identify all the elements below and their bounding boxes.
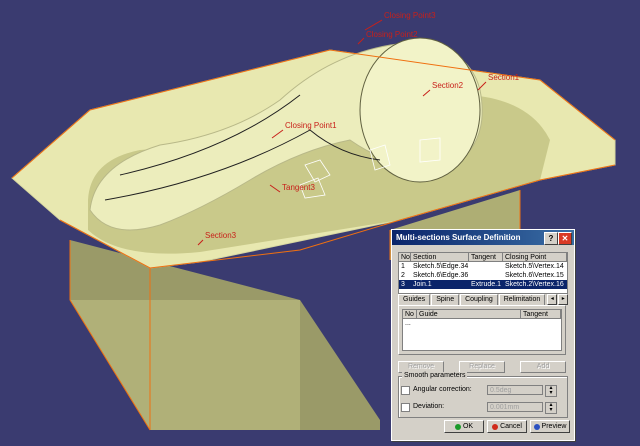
cell [469, 262, 503, 271]
cell: 3 [401, 281, 405, 288]
label-section1[interactable]: Section1 [488, 73, 520, 82]
cell: Extrude.1 [471, 281, 501, 288]
label-closing-point-c[interactable]: Closing Point1 [285, 121, 337, 130]
close-button[interactable]: ✕ [558, 232, 572, 245]
table-row[interactable]: 2 Sketch.6\Edge.36 Sketch.6\Vertex.15 [399, 271, 567, 280]
angular-correction-spinner-icon[interactable]: ▴ ▾ [545, 385, 557, 397]
ok-button[interactable]: OK [444, 420, 484, 433]
angular-correction-field[interactable]: 0.5deg [487, 385, 543, 395]
dialog-buttons: OK Cancel Preview [444, 420, 570, 433]
guides-panel: No Guide Tangent ... [398, 305, 566, 355]
cell: 1 [401, 263, 405, 270]
sections-table[interactable]: No Section Tangent Closing Point 1 Sketc… [398, 252, 568, 294]
cell: Sketch.6\Edge.36 [413, 272, 469, 279]
cell: 2 [401, 272, 405, 279]
tab-scroll-left-icon[interactable]: ◂ [547, 294, 558, 305]
label-tangent[interactable]: Tangent3 [282, 183, 315, 192]
deviation-spinner-icon[interactable]: ▴ ▾ [545, 402, 557, 414]
preview-button[interactable]: Preview [530, 420, 570, 433]
smooth-parameters-title: Smooth parameters [402, 372, 468, 379]
cancel-icon [492, 423, 499, 430]
angular-correction-label: Angular correction: [413, 386, 472, 393]
col-closing-point: Closing Point [503, 253, 567, 262]
tab-coupling[interactable]: Coupling [460, 294, 498, 305]
smooth-parameters-group: Smooth parameters Angular correction: 0.… [398, 372, 568, 418]
cell: Sketch.6\Vertex.15 [505, 272, 564, 279]
cell [469, 271, 503, 280]
label-section3[interactable]: Section3 [205, 231, 237, 240]
help-button[interactable]: ? [544, 232, 558, 245]
ok-label: OK [462, 423, 474, 430]
cancel-button[interactable]: Cancel [487, 420, 527, 433]
col-tangent: Tangent [521, 310, 561, 319]
cell [521, 319, 561, 328]
cell [417, 319, 521, 328]
col-guide: Guide [417, 310, 521, 319]
dialog-title-text: Multi-sections Surface Definition [396, 233, 521, 242]
cancel-label: Cancel [500, 423, 522, 430]
sections-table-header: No Section Tangent Closing Point [399, 253, 567, 262]
label-section2[interactable]: Section2 [432, 81, 464, 90]
cell: Sketch.5\Vertex.14 [505, 263, 564, 270]
deviation-checkbox[interactable] [401, 402, 410, 412]
deviation-row: Deviation: [401, 401, 444, 413]
cell: Sketch.2\Vertex.16 [505, 281, 564, 288]
col-no: No [399, 253, 411, 262]
add-button[interactable]: Add [520, 361, 566, 373]
guides-table-header: No Guide Tangent [403, 310, 561, 319]
cell: Sketch.5\Edge.34 [413, 263, 469, 270]
cell: Join.1 [413, 281, 432, 288]
cell: ... [405, 320, 411, 327]
table-row[interactable]: ... [403, 319, 561, 328]
3d-viewport[interactable]: Closing Point3 Closing Point2 Section2 S… [0, 0, 640, 446]
label-closing-point-b[interactable]: Closing Point2 [366, 30, 418, 39]
label-closing-point-a[interactable]: Closing Point3 [384, 11, 436, 20]
angular-correction-checkbox[interactable] [401, 385, 410, 395]
table-row[interactable]: 1 Sketch.5\Edge.34 Sketch.5\Vertex.14 [399, 262, 567, 271]
col-no: No [403, 310, 417, 319]
col-tangent: Tangent [469, 253, 503, 262]
dialog-title: Multi-sections Surface Definition ? ✕ [392, 230, 574, 245]
multi-sections-dialog[interactable]: Multi-sections Surface Definition ? ✕ No… [391, 229, 575, 441]
angular-correction-row: Angular correction: [401, 384, 472, 396]
ok-icon [454, 423, 461, 430]
deviation-field[interactable]: 0.001mm [487, 402, 543, 412]
deviation-label: Deviation: [413, 403, 445, 410]
tab-scroll-right-icon[interactable]: ▸ [558, 294, 569, 305]
guides-table[interactable]: No Guide Tangent ... [402, 309, 562, 351]
table-row-selected[interactable]: 3 Join.1 Extrude.1 Sketch.2\Vertex.16 [399, 280, 567, 289]
tab-relimitation[interactable]: Relimitation [498, 294, 546, 305]
tab-spine[interactable]: Spine [431, 294, 460, 305]
preview-icon [533, 423, 540, 430]
col-section: Section [411, 253, 469, 262]
preview-label: Preview [541, 423, 567, 430]
tab-strip: Guides Spine Coupling Relimitation ◂ ▸ [398, 294, 569, 306]
